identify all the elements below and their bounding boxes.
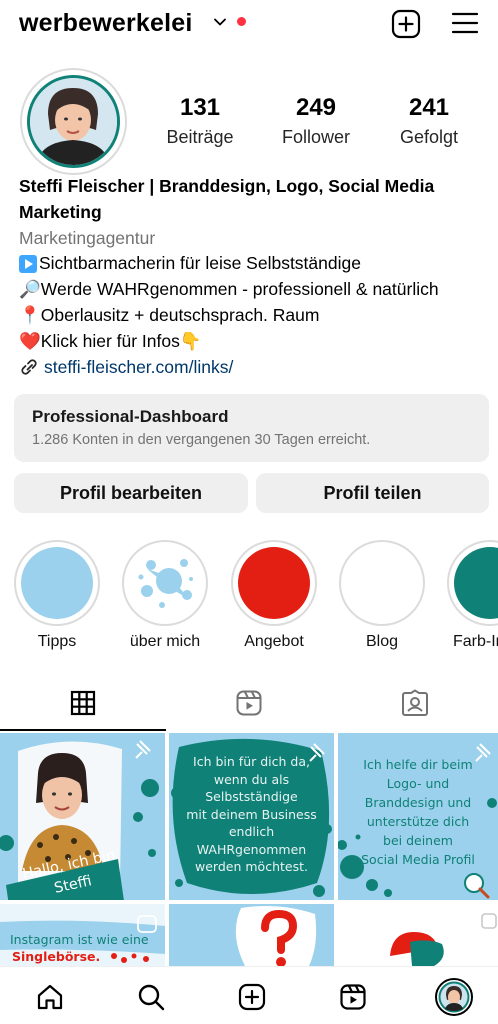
search-icon <box>138 984 165 1011</box>
following-count: 241 <box>408 94 450 121</box>
post-2-line: Ich bin für dich da, <box>193 754 310 769</box>
display-name: Steffi Fleischer | Branddesign, Logo, So… <box>19 176 435 196</box>
post-2-line: endlich <box>228 824 275 839</box>
stat-posts[interactable]: 131 Beiträge <box>150 94 250 148</box>
category-label[interactable]: Marketingagentur <box>19 226 489 252</box>
reels-icon <box>236 690 262 716</box>
post-3-line: unterstütze dich <box>366 814 470 829</box>
tab-reels[interactable] <box>166 676 332 730</box>
highlight-label: Blog <box>365 633 399 650</box>
reels-icon <box>340 984 366 1010</box>
highlight-cover <box>346 547 418 619</box>
dashboard-title: Professional-Dashboard <box>32 407 229 426</box>
highlight-ueber-mich[interactable]: über mich <box>121 540 209 651</box>
chevron-down-icon[interactable] <box>213 15 227 29</box>
post-2-line: WAHRgenommen <box>196 841 307 857</box>
post-1[interactable]: Hallo, ich bin Steffi <box>0 733 165 900</box>
dashboard-subtitle: 1.286 Konten in den vergangenen 30 Tagen… <box>32 432 371 448</box>
nav-create[interactable] <box>232 977 272 1017</box>
profile-photo <box>30 78 117 165</box>
post-3-line: Branddesign und <box>364 795 472 810</box>
post-3-line: Ich helfe dir beim <box>363 757 473 772</box>
highlight-cover <box>129 547 201 619</box>
profile-tabs <box>0 676 498 730</box>
post-2-line: Selbstständige <box>205 789 298 804</box>
post-4-line2: Singlebörse. <box>12 949 101 964</box>
post-5[interactable] <box>169 904 334 966</box>
post-3-line: Logo- und <box>386 776 450 791</box>
nav-reels[interactable] <box>333 977 373 1017</box>
create-post-icon[interactable] <box>391 9 421 39</box>
notification-dot <box>237 17 246 26</box>
post-5-graphic <box>169 904 334 966</box>
stat-followers[interactable]: 249 Follower <box>266 94 366 148</box>
highlight-cover <box>454 547 498 619</box>
play-button-icon <box>19 255 37 274</box>
bio-line-1-text: Sichtbarmacherin für leise Selbstständig… <box>39 253 361 274</box>
nav-search[interactable] <box>131 977 171 1017</box>
tab-tagged[interactable] <box>332 676 498 730</box>
highlight-farb-in[interactable]: Farb-In <box>447 540 498 651</box>
bio-line-4[interactable]: ❤️Klick hier für Infos👇 <box>19 329 489 355</box>
post-4[interactable]: Instagram ist wie eine Singlebörse. <box>0 904 165 966</box>
highlight-cover <box>21 547 93 619</box>
highlight-tipps[interactable]: Tipps <box>13 540 101 651</box>
top-bar: werbewerkelei <box>0 0 498 48</box>
bio-link[interactable]: steffi-fleischer.com/links/ <box>19 355 489 381</box>
bio-line-1: Sichtbarmacherin für leise Selbstständig… <box>19 251 489 277</box>
highlight-label: Angebot <box>244 633 304 650</box>
highlight-cover <box>238 547 310 619</box>
highlight-label: Farb-In <box>453 633 498 650</box>
following-label: Gefolgt <box>399 127 459 147</box>
stat-following[interactable]: 241 Gefolgt <box>379 94 479 148</box>
post-2-line: werden möchtest. <box>195 859 308 874</box>
post-4-line1: Instagram ist wie eine <box>10 932 149 947</box>
display-name-cont: Marketing <box>19 201 102 222</box>
professional-dashboard[interactable]: Professional-Dashboard 1.286 Konten in d… <box>14 394 489 462</box>
edit-profile-button[interactable]: Profil bearbeiten <box>14 473 248 513</box>
post-6-graphic <box>338 904 498 966</box>
post-2[interactable]: Ich bin für dich da, wenn du als Selbsts… <box>169 733 334 900</box>
profile-avatar[interactable] <box>20 68 127 175</box>
tab-posts-grid[interactable] <box>0 676 166 730</box>
share-profile-button[interactable]: Profil teilen <box>256 473 489 513</box>
post-3-text: Ich helfe dir beim Logo- und Branddesign… <box>340 755 496 869</box>
grid-icon <box>70 690 96 716</box>
post-2-text: Ich bin für dich da, wenn du als Selbsts… <box>173 753 330 876</box>
post-3-line: bei deinem <box>383 833 453 848</box>
posts-label: Beiträge <box>166 127 234 147</box>
menu-icon[interactable] <box>451 11 479 35</box>
home-icon <box>37 984 63 1010</box>
active-tab-indicator <box>0 729 166 731</box>
followers-label: Follower <box>281 127 351 147</box>
profile-avatar-icon <box>435 978 473 1016</box>
post-2-line: wenn du als <box>213 771 290 787</box>
bottom-navigation <box>0 966 498 1024</box>
bio: Steffi Fleischer | Branddesign, Logo, So… <box>19 174 489 380</box>
tagged-icon <box>402 689 428 716</box>
highlight-angebot[interactable]: Angebot <box>230 540 318 651</box>
highlight-label: über mich <box>129 633 201 650</box>
bio-link-text[interactable]: steffi-fleischer.com/links/ <box>44 355 233 381</box>
bio-line-2: 🔎Werde WAHRgenommen - professionell & na… <box>19 279 439 300</box>
username[interactable]: werbewerkelei <box>19 9 193 38</box>
posts-count: 131 <box>179 94 221 121</box>
bio-line-3: 📍Oberlausitz + deutschsprach. Raum <box>19 304 320 325</box>
highlight-blog[interactable]: Blog <box>338 540 426 651</box>
link-icon <box>21 359 37 376</box>
post-3-line: Social Media Profil <box>361 852 475 867</box>
nav-home[interactable] <box>30 977 70 1017</box>
add-icon <box>238 983 266 1011</box>
post-6[interactable] <box>338 904 498 966</box>
followers-count: 249 <box>295 94 337 121</box>
post-3[interactable]: Ich helfe dir beim Logo- und Branddesign… <box>338 733 498 900</box>
post-2-line: mit deinem Business <box>186 806 317 822</box>
highlight-label: Tipps <box>37 633 77 650</box>
nav-profile[interactable] <box>434 977 474 1017</box>
